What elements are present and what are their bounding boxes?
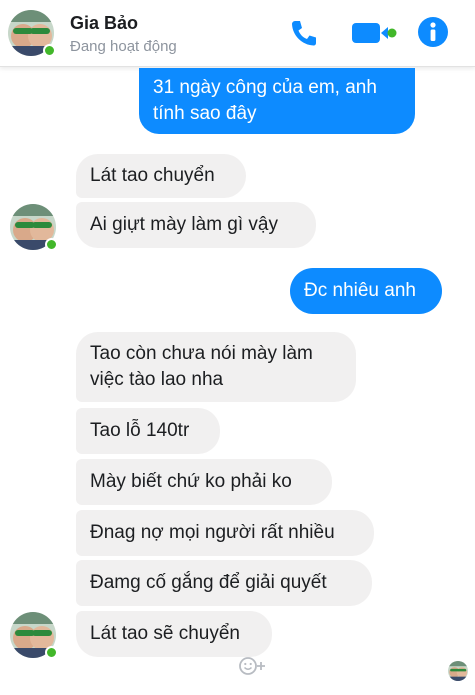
active-status: Đang hoạt động bbox=[70, 38, 177, 55]
message-line: Tao lỗ 140tr bbox=[90, 420, 190, 441]
message-line: Đc nhiêu anh bbox=[304, 280, 416, 301]
message-bubble-incoming[interactable]: Lát tao chuyển bbox=[76, 154, 246, 198]
info-icon[interactable] bbox=[416, 15, 450, 49]
online-indicator bbox=[45, 646, 58, 659]
message-bubble-outgoing[interactable]: 31 ngày công của em, anh tính sao đây bbox=[139, 68, 415, 134]
message-line: Mày biết chứ ko phải ko bbox=[90, 471, 292, 492]
message-line: Ai giựt mày làm gì vậy bbox=[90, 214, 278, 235]
contact-avatar[interactable] bbox=[8, 10, 56, 57]
contact-name[interactable]: Gia Bảo bbox=[70, 13, 138, 34]
message-bubble-incoming[interactable]: Ai giựt mày làm gì vậy bbox=[76, 202, 316, 248]
online-indicator bbox=[45, 238, 58, 251]
message-bubble-incoming[interactable]: Đamg cố gắng để giải quyết bbox=[76, 560, 372, 606]
message-line: Lát tao chuyển bbox=[90, 165, 215, 186]
emoji-plus-icon[interactable] bbox=[238, 656, 268, 676]
message-line: Tao còn chưa nói mày làm bbox=[90, 343, 313, 364]
message-bubble-incoming[interactable]: Đnag nợ mọi người rất nhiều bbox=[76, 510, 374, 556]
message-bubble-outgoing[interactable]: Đc nhiêu anh bbox=[290, 268, 442, 314]
message-bubble-incoming[interactable]: Mày biết chứ ko phải ko bbox=[76, 459, 332, 505]
message-line: Đamg cố gắng để giải quyết bbox=[90, 572, 327, 593]
message-line: 31 ngày công của em, anh bbox=[153, 77, 377, 98]
video-camera-icon[interactable] bbox=[350, 18, 398, 48]
message-bubble-incoming[interactable]: Lát tao sẽ chuyển bbox=[76, 611, 272, 657]
message-bubble-incoming[interactable]: Tao lỗ 140tr bbox=[76, 408, 220, 454]
sender-avatar[interactable] bbox=[10, 204, 58, 251]
chat-header: Gia Bảo Đang hoạt động bbox=[0, 0, 475, 67]
seen-receipt-avatar bbox=[448, 661, 468, 681]
message-line: Đnag nợ mọi người rất nhiều bbox=[90, 522, 335, 543]
message-line: tính sao đây bbox=[153, 103, 257, 124]
message-line: Lát tao sẽ chuyển bbox=[90, 623, 240, 644]
phone-icon[interactable] bbox=[288, 18, 320, 48]
message-line: việc tào lao nha bbox=[90, 369, 224, 390]
message-bubble-incoming[interactable]: Tao còn chưa nói mày làm việc tào lao nh… bbox=[76, 332, 356, 402]
sender-avatar[interactable] bbox=[10, 612, 58, 659]
online-indicator bbox=[43, 44, 56, 57]
